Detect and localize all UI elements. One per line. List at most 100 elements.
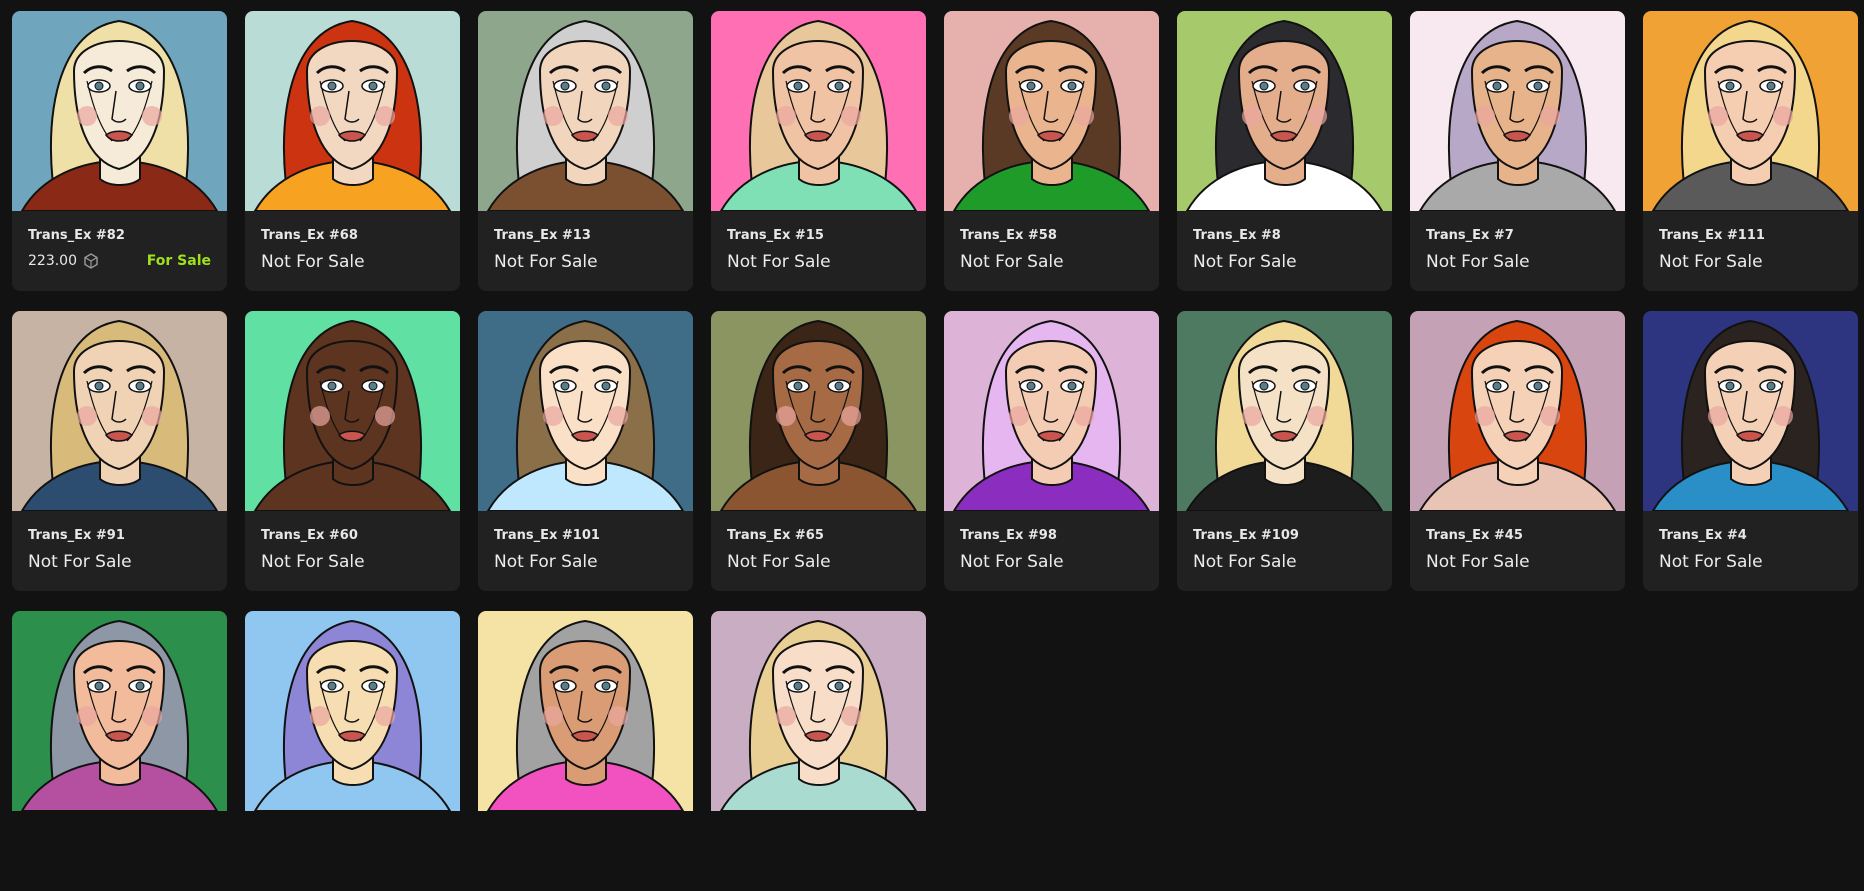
nft-card[interactable]: Trans_Ex #82 223.00 For Sale	[12, 11, 227, 291]
portrait-art	[478, 611, 693, 811]
sale-status: Not For Sale	[261, 552, 365, 572]
nft-name: Trans_Ex #111	[1659, 228, 1765, 243]
nft-meta: Trans_Ex #13 Not For Sale	[478, 211, 693, 272]
nft-meta: Trans_Ex #45 Not For Sale	[1410, 511, 1625, 572]
nft-meta: Trans_Ex #60 Not For Sale	[245, 511, 460, 572]
sale-status: Not For Sale	[261, 252, 365, 272]
nft-card[interactable]: Trans_Ex #101 Not For Sale	[478, 311, 693, 591]
nft-image[interactable]	[245, 311, 460, 511]
nft-image[interactable]	[478, 611, 693, 811]
nft-meta: Trans_Ex #8 Not For Sale	[1177, 211, 1392, 272]
nft-card[interactable]: Trans_Ex #98 Not For Sale	[944, 311, 1159, 591]
nft-image[interactable]	[12, 11, 227, 211]
sale-row: 223.00 For Sale	[28, 253, 211, 269]
nft-image[interactable]	[1177, 11, 1392, 211]
sale-status: Not For Sale	[1426, 252, 1530, 272]
nft-name: Trans_Ex #98	[960, 528, 1057, 543]
nft-name: Trans_Ex #4	[1659, 528, 1747, 543]
nft-image[interactable]	[478, 311, 693, 511]
nft-image[interactable]	[1177, 311, 1392, 511]
nft-card[interactable]: Trans_Ex #4 Not For Sale	[1643, 311, 1858, 591]
nft-card[interactable]: Trans_Ex #7 Not For Sale	[1410, 11, 1625, 291]
nft-name: Trans_Ex #68	[261, 228, 358, 243]
nft-card[interactable]: Trans_Ex #45 Not For Sale	[1410, 311, 1625, 591]
sale-status: Not For Sale	[494, 552, 598, 572]
portrait-art	[944, 311, 1159, 511]
portrait-art	[711, 11, 926, 211]
nft-image[interactable]	[711, 11, 926, 211]
sale-status: Not For Sale	[1426, 552, 1530, 572]
nft-meta: Trans_Ex #98 Not For Sale	[944, 511, 1159, 572]
nft-name: Trans_Ex #13	[494, 228, 591, 243]
sale-status: Not For Sale	[727, 252, 831, 272]
portrait-art	[944, 11, 1159, 211]
nft-card[interactable]	[711, 611, 926, 891]
nft-card[interactable]: Trans_Ex #60 Not For Sale	[245, 311, 460, 591]
portrait-art	[1410, 11, 1625, 211]
nft-grid: Trans_Ex #82 223.00 For Sale Trans_Ex #68 No…	[12, 11, 1858, 891]
nft-card[interactable]	[478, 611, 693, 891]
portrait-art	[1643, 11, 1858, 211]
nft-card[interactable]: Trans_Ex #109 Not For Sale	[1177, 311, 1392, 591]
nft-name: Trans_Ex #60	[261, 528, 358, 543]
nft-meta: Trans_Ex #101 Not For Sale	[478, 511, 693, 572]
nft-image[interactable]	[1410, 311, 1625, 511]
nft-image[interactable]	[711, 611, 926, 811]
portrait-art	[1643, 311, 1858, 511]
nft-image[interactable]	[711, 311, 926, 511]
portrait-art	[1177, 311, 1392, 511]
sale-status: Not For Sale	[960, 252, 1064, 272]
nft-image[interactable]	[245, 11, 460, 211]
nft-image[interactable]	[1643, 311, 1858, 511]
nft-name: Trans_Ex #109	[1193, 528, 1299, 543]
sale-status: Not For Sale	[1193, 252, 1297, 272]
nft-card[interactable]: Trans_Ex #13 Not For Sale	[478, 11, 693, 291]
portrait-art	[245, 311, 460, 511]
nft-card[interactable]: Trans_Ex #58 Not For Sale	[944, 11, 1159, 291]
sale-status: Not For Sale	[960, 552, 1064, 572]
price: 223.00	[28, 253, 99, 269]
nft-meta: Trans_Ex #111 Not For Sale	[1643, 211, 1858, 272]
nft-card[interactable]: Trans_Ex #68 Not For Sale	[245, 11, 460, 291]
nft-card[interactable]: Trans_Ex #65 Not For Sale	[711, 311, 926, 591]
nft-name: Trans_Ex #58	[960, 228, 1057, 243]
sale-status: Not For Sale	[1659, 552, 1763, 572]
nft-image[interactable]	[1643, 11, 1858, 211]
nft-card[interactable]: Trans_Ex #8 Not For Sale	[1177, 11, 1392, 291]
nft-image[interactable]	[944, 11, 1159, 211]
nft-meta: Trans_Ex #109 Not For Sale	[1177, 511, 1392, 572]
portrait-art	[245, 11, 460, 211]
nft-card[interactable]	[12, 611, 227, 891]
nft-name: Trans_Ex #7	[1426, 228, 1514, 243]
sale-status: Not For Sale	[727, 552, 831, 572]
nft-image[interactable]	[944, 311, 1159, 511]
portrait-art	[245, 611, 460, 811]
nft-meta: Trans_Ex #91 Not For Sale	[12, 511, 227, 572]
portrait-art	[478, 311, 693, 511]
nft-card[interactable]: Trans_Ex #91 Not For Sale	[12, 311, 227, 591]
nft-meta: Trans_Ex #82 223.00 For Sale	[12, 211, 227, 269]
nft-name: Trans_Ex #15	[727, 228, 824, 243]
nft-image[interactable]	[245, 611, 460, 811]
nft-image[interactable]	[478, 11, 693, 211]
nft-card[interactable]: Trans_Ex #15 Not For Sale	[711, 11, 926, 291]
nft-name: Trans_Ex #45	[1426, 528, 1523, 543]
nft-image[interactable]	[1410, 11, 1625, 211]
nft-image[interactable]	[12, 311, 227, 511]
nft-card[interactable]: Trans_Ex #111 Not For Sale	[1643, 11, 1858, 291]
nft-card[interactable]	[245, 611, 460, 891]
portrait-art	[1410, 311, 1625, 511]
nft-name: Trans_Ex #65	[727, 528, 824, 543]
nft-image[interactable]	[12, 611, 227, 811]
sale-status: For Sale	[146, 253, 211, 269]
nft-name: Trans_Ex #91	[28, 528, 125, 543]
portrait-art	[711, 311, 926, 511]
nft-name: Trans_Ex #8	[1193, 228, 1281, 243]
portrait-art	[1177, 11, 1392, 211]
price-value: 223.00	[28, 253, 77, 269]
sale-status: Not For Sale	[1659, 252, 1763, 272]
sale-status: Not For Sale	[494, 252, 598, 272]
portrait-art	[711, 611, 926, 811]
nft-meta: Trans_Ex #15 Not For Sale	[711, 211, 926, 272]
nft-meta: Trans_Ex #68 Not For Sale	[245, 211, 460, 272]
